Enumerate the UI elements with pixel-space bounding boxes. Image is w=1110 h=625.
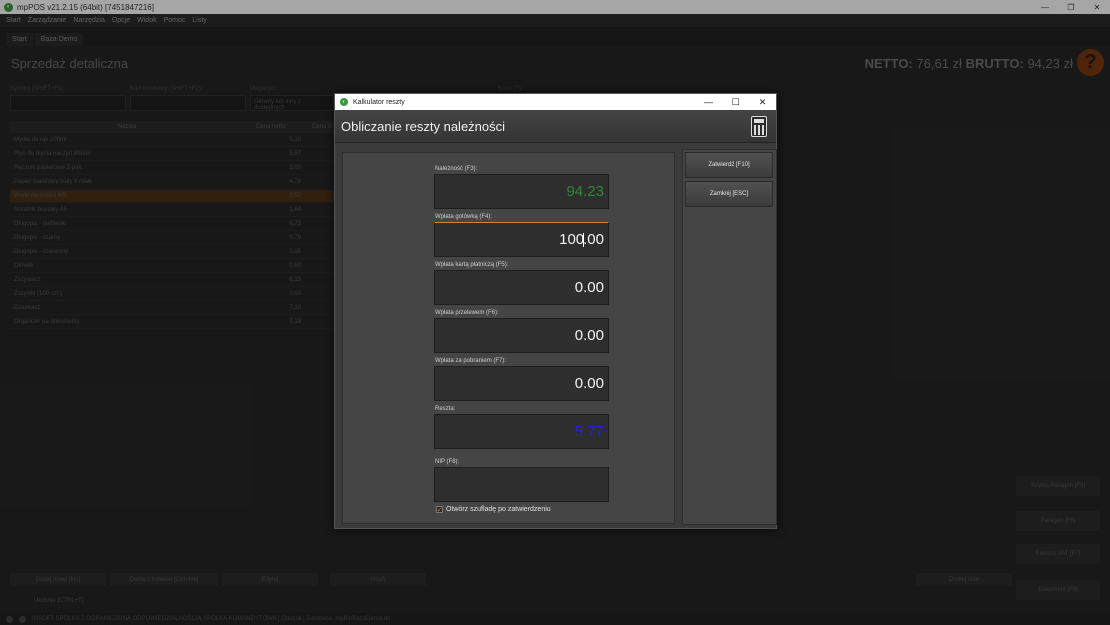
cod-payment-input[interactable]: 0.00 <box>434 366 609 401</box>
dialog-titlebar: ◐ Kalkulator reszty — ☐ ✕ <box>335 94 776 110</box>
nip-label: NIP (F8): <box>435 459 460 465</box>
dialog-header: Obliczanie reszty należności <box>335 110 776 143</box>
dialog-minimize-button[interactable]: — <box>695 94 722 110</box>
dialog-maximize-button[interactable]: ☐ <box>722 94 749 110</box>
payment-fields-panel: Należność (F3): 94.23 Wpłata gotówką (F4… <box>342 152 675 524</box>
due-amount-field: 94.23 <box>434 174 609 209</box>
cash-payment-input[interactable]: 100.00 <box>434 222 609 257</box>
dialog-window-controls: — ☐ ✕ <box>695 94 776 110</box>
open-drawer-label: Otwórz szufladę po zatwierdzeniu <box>446 506 551 513</box>
open-drawer-checkbox[interactable]: ✓ Otwórz szufladę po zatwierdzeniu <box>436 506 551 514</box>
dialog-window-title: Kalkulator reszty <box>353 98 405 106</box>
checkbox-check-icon[interactable]: ✓ <box>436 506 443 514</box>
close-dialog-button[interactable]: Zamknij [ESC] <box>685 181 773 207</box>
dialog-heading: Obliczanie reszty należności <box>341 119 506 134</box>
cash-value-int: 100 <box>559 231 585 248</box>
change-calculator-dialog: ◐ Kalkulator reszty — ☐ ✕ Obliczanie res… <box>334 93 777 529</box>
app-logo-icon: ◐ <box>340 98 348 106</box>
confirm-button[interactable]: Zatwierdź [F10] <box>685 152 773 178</box>
dialog-close-button[interactable]: ✕ <box>749 94 776 110</box>
cash-value-dec: .00 <box>583 231 604 248</box>
cash-label: Wpłata gotówką (F4): <box>435 214 493 220</box>
transfer-payment-input[interactable]: 0.00 <box>434 318 609 353</box>
change-label: Reszta: <box>435 406 456 412</box>
due-label: Należność (F3): <box>435 166 478 172</box>
dialog-actions-panel: Zatwierdź [F10] Zamknij [ESC] <box>682 149 777 525</box>
card-label: Wpłata kartą płatniczą (F5): <box>435 262 509 268</box>
card-payment-input[interactable]: 0.00 <box>434 270 609 305</box>
cod-label: Wpłata za pobraniem (F7): <box>435 358 507 364</box>
calculator-icon <box>751 116 767 137</box>
transfer-label: Wpłata przelewem (F6): <box>435 310 499 316</box>
nip-input[interactable] <box>434 467 609 502</box>
change-amount-field: 5.77 <box>434 414 609 449</box>
